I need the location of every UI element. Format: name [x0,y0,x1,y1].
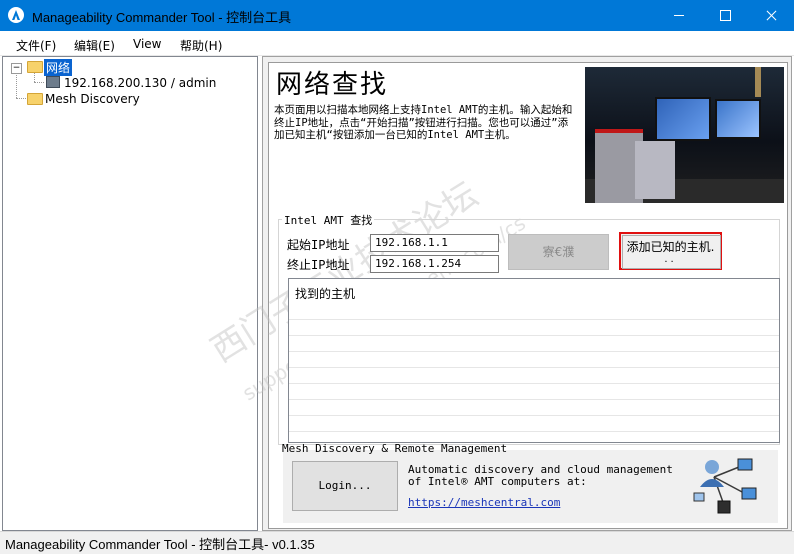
computer-icon [46,76,60,88]
tree-node-mesh-discovery[interactable]: Mesh Discovery [45,92,140,106]
tree-connector [34,72,35,82]
login-button[interactable]: Login... [292,461,398,511]
page-description: 本页面用以扫描本地网络上支持Intel AMT的主机。输入起始和终止IP地址，点… [274,104,573,141]
meshcentral-link[interactable]: https://meshcentral.com [408,496,560,509]
close-button[interactable] [748,0,794,31]
page-title: 网络查找 [276,70,389,100]
menu-file[interactable]: 文件(F) [16,37,56,54]
list-item [289,335,779,352]
tree-connector [16,73,17,98]
add-known-host-ellipsis: .. [664,254,677,265]
start-ip-input[interactable]: 192.168.1.1 [370,234,499,252]
workstation-photo [585,67,784,203]
minimize-button[interactable] [656,0,702,31]
folder-icon [27,93,43,105]
end-ip-label: 终止IP地址 [287,258,350,272]
menu-bar [0,31,794,56]
list-item [289,367,779,384]
start-ip-label: 起始IP地址 [287,238,350,252]
add-known-host-label: 添加已知的主机. [626,240,715,254]
folder-open-icon [27,61,43,73]
window-title: Manageability Commander Tool - 控制台工具 [32,10,292,25]
mesh-description: Automatic discovery and cloud management… [408,463,673,488]
app-logo-icon [8,7,24,23]
network-icon [693,458,757,514]
list-item [289,383,779,400]
list-item [289,303,779,320]
menu-edit[interactable]: 编辑(E) [74,37,115,54]
maximize-button[interactable] [702,0,748,31]
amt-search-legend: Intel AMT 查找 [282,212,375,228]
list-item [289,319,779,336]
status-text: Manageability Commander Tool - 控制台工具- v0… [5,537,315,552]
start-scan-button[interactable]: 寮€濮 [508,234,609,270]
tree-node-host[interactable]: 192.168.200.130 / admin [64,76,216,90]
tree-node-network[interactable]: 网络 [44,59,73,76]
list-item [289,351,779,368]
found-hosts-header: 找到的主机 [295,287,356,301]
mesh-legend: Mesh Discovery & Remote Management [282,442,508,455]
menu-view[interactable]: View [133,37,161,51]
list-item [289,399,779,416]
menu-help[interactable]: 帮助(H) [180,37,222,54]
list-item [289,415,779,432]
tree-view[interactable] [2,56,258,531]
tree-connector [34,82,44,83]
tree-connector [16,98,26,99]
end-ip-input[interactable]: 192.168.1.254 [370,255,499,273]
found-hosts-list[interactable] [288,278,780,443]
